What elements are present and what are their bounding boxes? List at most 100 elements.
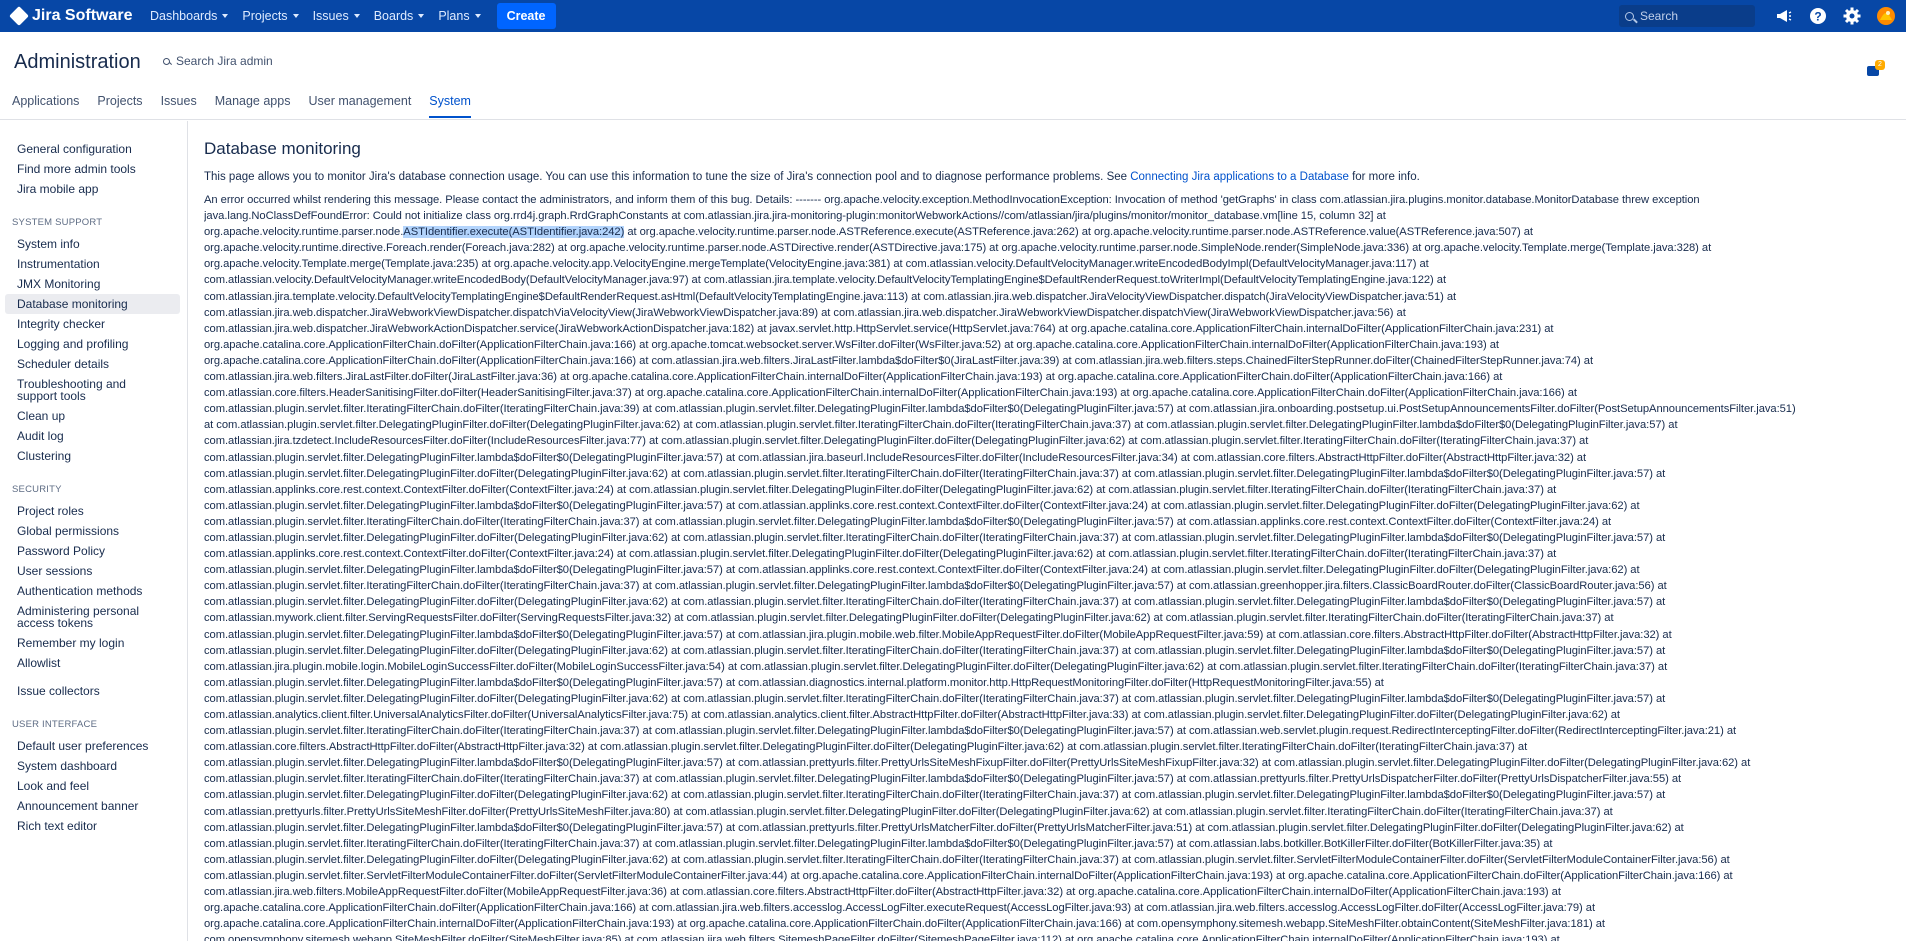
sidebar-item-global-permissions[interactable]: Global permissions — [5, 521, 180, 541]
error-line: com.atlassian.plugin.servlet.filter.Serv… — [204, 869, 1733, 882]
create-button[interactable]: Create — [496, 3, 556, 29]
database-monitoring-title: Database monitoring — [204, 139, 361, 158]
sidebar-item-clean-up[interactable]: Clean up — [5, 406, 180, 426]
sidebar-item-clustering[interactable]: Clustering — [5, 446, 180, 466]
sidebar-item-jira-mobile-app[interactable]: Jira mobile app — [5, 179, 180, 199]
error-line: com.atlassian.prettyurls.filter.PrettyUr… — [204, 805, 1613, 818]
intro-text: This page allows you to monitor Jira's d… — [204, 171, 1899, 183]
megaphone-icon[interactable] — [1774, 6, 1794, 26]
error-line: com.atlassian.plugin.servlet.filter.Dele… — [204, 499, 1640, 512]
chevron-down-icon — [418, 14, 425, 18]
sidebar-item-system-info[interactable]: System info — [5, 234, 180, 254]
sidebar-item-project-roles[interactable]: Project roles — [5, 501, 180, 521]
error-line: org.apache.catalina.core.ApplicationFilt… — [204, 354, 1594, 367]
error-line: com.atlassian.plugin.servlet.filter.Dele… — [204, 628, 1672, 641]
top-navigation-bar: Jira Software Dashboards Projects Issues… — [0, 0, 1906, 32]
jira-logo-icon — [9, 6, 29, 26]
sidebar-item-remember-my-login[interactable]: Remember my login — [5, 633, 180, 653]
sidebar-item-audit-log[interactable]: Audit log — [5, 426, 180, 446]
sidebar-item-allowlist[interactable]: Allowlist — [5, 653, 180, 673]
nav-boards[interactable]: Boards — [374, 9, 425, 23]
error-line: com.atlassian.plugin.servlet.filter.Dele… — [204, 676, 1384, 689]
sidebar-item-rich-text-editor[interactable]: Rich text editor — [5, 816, 180, 836]
sidebar-item-scheduler-details[interactable]: Scheduler details — [5, 354, 180, 374]
error-line: com.atlassian.plugin.servlet.filter.Dele… — [204, 531, 1666, 544]
help-icon[interactable]: ? — [1808, 6, 1828, 26]
sidebar-item-database-monitoring[interactable]: Database monitoring — [5, 294, 180, 314]
sidebar-item-system-dashboard[interactable]: System dashboard — [5, 756, 180, 776]
sidebar-item-look-and-feel[interactable]: Look and feel — [5, 776, 180, 796]
error-line: com.atlassian.plugin.servlet.filter.Dele… — [204, 564, 1640, 577]
jira-logo[interactable]: Jira Software — [9, 6, 150, 26]
error-line: org.apache.velocity.Template.merge(Templ… — [204, 258, 1429, 271]
nav-boards-label: Boards — [373, 9, 414, 23]
error-line: com.atlassian.applinks.core.rest.context… — [204, 483, 1557, 496]
sidebar-item-user-sessions[interactable]: User sessions — [5, 561, 180, 581]
chevron-down-icon — [474, 14, 481, 18]
admin-search-label: Search Jira admin — [176, 54, 273, 68]
tab-projects[interactable]: Projects — [97, 94, 142, 118]
nav-dashboards[interactable]: Dashboards — [150, 9, 229, 23]
user-avatar-icon[interactable] — [1876, 6, 1896, 26]
sidebar-item-announcement-banner[interactable]: Announcement banner — [5, 796, 180, 816]
sidebar-item-logging-and-profiling[interactable]: Logging and profiling — [5, 334, 180, 354]
error-line: com.atlassian.plugin.servlet.filter.Dele… — [204, 467, 1666, 480]
intro-after: for more info. — [1348, 171, 1420, 183]
error-line: com.atlassian.plugin.servlet.filter.Dele… — [204, 451, 1587, 464]
error-line: com.atlassian.plugin.servlet.filter.Iter… — [204, 403, 1796, 416]
error-line: com.atlassian.plugin.servlet.filter.Iter… — [204, 515, 1612, 528]
nav-projects[interactable]: Projects — [242, 9, 299, 23]
error-line: com.atlassian.plugin.servlet.filter.Dele… — [204, 853, 1730, 866]
logo-text: Jira Software — [32, 7, 133, 24]
error-line: com.atlassian.core.filters.HeaderSanitis… — [204, 387, 1577, 400]
sidebar-item-troubleshooting[interactable]: Troubleshooting and support tools — [5, 374, 180, 406]
sidebar-item-default-user-preferences[interactable]: Default user preferences — [5, 736, 180, 756]
error-line: com.atlassian.jira.web.dispatcher.JiraWe… — [204, 322, 1554, 335]
nav-issues[interactable]: Issues — [313, 9, 360, 23]
error-line: com.atlassian.velocity.DefaultVelocityMa… — [204, 274, 1447, 287]
error-line: org.apache.catalina.core.ApplicationFilt… — [204, 338, 1499, 351]
error-line-with-selection: org.apache.velocity.runtime.parser.node.… — [204, 224, 1899, 240]
tab-user-management[interactable]: User management — [308, 94, 411, 118]
settings-gear-icon[interactable] — [1842, 6, 1862, 26]
page-title: Administration — [14, 51, 141, 73]
error-line: com.atlassian.analytics.client.filter.Un… — [204, 709, 1620, 721]
tab-manage-apps[interactable]: Manage apps — [215, 94, 291, 118]
error-line: com.atlassian.plugin.servlet.filter.Dele… — [204, 821, 1684, 834]
sidebar-item-integrity-checker[interactable]: Integrity checker — [5, 314, 180, 334]
sidebar-heading-system-support: SYSTEM SUPPORT — [12, 217, 103, 228]
nav-dashboards-label: Dashboards — [150, 9, 218, 23]
nav-plans[interactable]: Plans — [438, 9, 481, 23]
error-line-pre: org.apache.velocity.runtime.parser.node. — [204, 226, 404, 239]
sidebar-item-jmx-monitoring[interactable]: JMX Monitoring — [5, 274, 180, 294]
sidebar-item-authentication-methods[interactable]: Authentication methods — [5, 581, 180, 601]
main-content: Database monitoring This page allows you… — [204, 121, 1899, 941]
global-search[interactable] — [1619, 5, 1755, 27]
tab-system[interactable]: System — [429, 94, 471, 118]
sidebar-item-general-configuration[interactable]: General configuration — [5, 139, 180, 159]
error-line-post: at org.apache.velocity.runtime.parser.no… — [624, 226, 1533, 239]
error-line: java.lang.NoClassDefFoundError: Could no… — [204, 210, 1386, 223]
nav-issues-label: Issues — [312, 9, 349, 23]
tab-applications[interactable]: Applications — [12, 94, 79, 118]
admin-header: Administration Search Jira admin 2 Appli… — [0, 32, 1906, 120]
sidebar-item-personal-access-tokens[interactable]: Administering personal access tokens — [5, 601, 180, 633]
sidebar-item-password-policy[interactable]: Password Policy — [5, 541, 180, 561]
search-icon — [1625, 11, 1634, 21]
global-search-input[interactable] — [1640, 9, 1750, 23]
error-line: com.atlassian.jira.web.filters.JiraLastF… — [204, 371, 1503, 384]
error-line: com.opensymphony.sitemesh.webapp.SiteMes… — [204, 934, 1560, 941]
admin-search[interactable]: Search Jira admin — [163, 54, 273, 68]
error-line: com.atlassian.jira.plugin.mobile.login.M… — [204, 660, 1668, 673]
admin-tabs: Applications Projects Issues Manage apps… — [12, 94, 489, 118]
error-line: com.atlassian.plugin.servlet.filter.Iter… — [204, 580, 1667, 593]
sidebar-item-instrumentation[interactable]: Instrumentation — [5, 254, 180, 274]
error-line: com.atlassian.applinks.core.rest.context… — [204, 548, 1557, 561]
chevron-down-icon — [353, 14, 360, 18]
sidebar-item-issue-collectors[interactable]: Issue collectors — [5, 681, 180, 701]
search-icon — [163, 57, 170, 65]
connecting-jira-link[interactable]: Connecting Jira applications to a Databa… — [1130, 171, 1349, 183]
tab-issues[interactable]: Issues — [161, 94, 197, 118]
notifications-icon[interactable]: 2 — [1866, 60, 1888, 82]
sidebar-item-find-more-admin-tools[interactable]: Find more admin tools — [5, 159, 180, 179]
